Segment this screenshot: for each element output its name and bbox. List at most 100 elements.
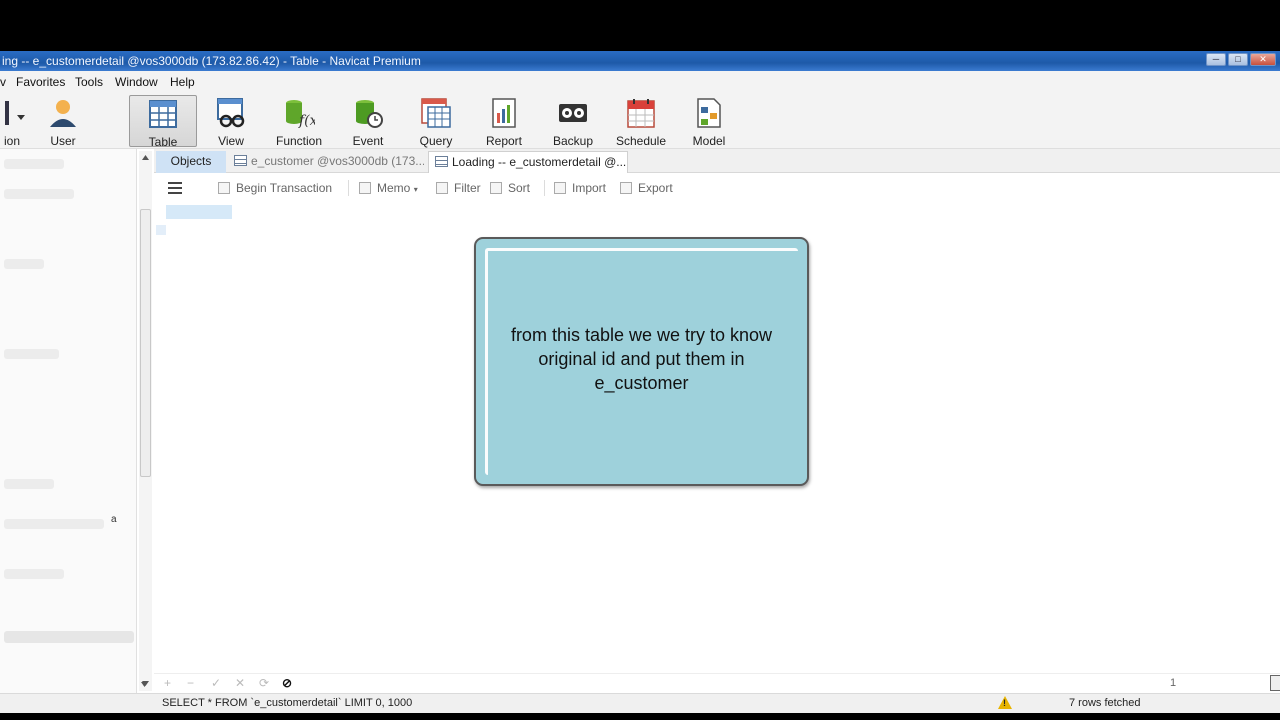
memo-icon — [359, 182, 371, 194]
chevron-down-icon[interactable] — [141, 682, 148, 687]
view-icon — [217, 98, 245, 128]
begin-transaction-button[interactable]: Begin Transaction — [218, 181, 332, 195]
menu-bar: v Favorites Tools Window Help — [0, 71, 1280, 93]
blurred-tree-item — [4, 631, 134, 643]
tab-e-customer[interactable]: e_customer @vos3000db (173.... — [228, 151, 424, 173]
menu-window[interactable]: Window — [115, 75, 158, 89]
schedule-icon — [627, 99, 655, 128]
blurred-tree-item — [4, 479, 54, 489]
blurred-tree-item — [4, 259, 44, 269]
tab-e-customerdetail[interactable]: Loading -- e_customerdetail @... — [428, 151, 628, 173]
table-toolbar: Begin Transaction Memo ▾ Filter Sort Imp… — [154, 173, 1280, 203]
model-icon — [697, 98, 721, 128]
table-icon — [234, 155, 247, 166]
chevron-down-icon: ▾ — [413, 185, 418, 194]
tool-backup-button[interactable]: Backup — [539, 95, 607, 148]
menu-icon[interactable] — [168, 182, 182, 194]
sort-icon — [490, 182, 502, 194]
tree-scrollbar-thumb[interactable] — [140, 209, 151, 477]
connection-button[interactable]: ion — [0, 95, 21, 148]
window-title: ing -- e_customerdetail @vos3000db (173.… — [2, 54, 421, 68]
title-bar: ing -- e_customerdetail @vos3000db (173.… — [0, 51, 1280, 71]
tree-scrollbar[interactable] — [139, 151, 152, 691]
query-icon — [421, 98, 451, 128]
close-button[interactable]: ✕ — [1250, 53, 1276, 66]
record-navigation-bar: + − ✓ ✕ ⟳ ⊘ 1 — [154, 673, 1280, 693]
page-number[interactable]: 1 — [1170, 677, 1176, 689]
import-button[interactable]: Import — [554, 181, 606, 195]
tool-schedule-button[interactable]: Schedule — [607, 95, 675, 148]
backup-icon — [559, 104, 587, 122]
object-tree-panel[interactable]: a — [0, 149, 137, 693]
blurred-tree-item — [4, 519, 104, 529]
export-button[interactable]: Export — [620, 181, 673, 195]
sort-button[interactable]: Sort — [490, 181, 530, 195]
tool-model-button[interactable]: Model — [675, 95, 743, 148]
add-record-button[interactable]: + — [164, 676, 171, 690]
grid-view-icon[interactable] — [1270, 675, 1280, 691]
blurred-tree-item — [4, 189, 74, 199]
tool-query-button[interactable]: Query — [402, 95, 470, 148]
menu-favorites[interactable]: Favorites — [16, 75, 65, 89]
tree-stray-text: a — [111, 514, 117, 525]
sort-label: Sort — [508, 181, 531, 195]
tab-bar: Objects e_customer @vos3000db (173.... L… — [154, 149, 1280, 173]
maximize-button[interactable]: □ — [1228, 53, 1248, 66]
connection-icon — [5, 101, 21, 125]
function-icon: f(x) — [286, 100, 323, 129]
export-icon — [620, 182, 632, 194]
import-label: Import — [572, 181, 607, 195]
selected-cell[interactable] — [166, 205, 232, 219]
scroll-up-icon[interactable] — [142, 155, 149, 160]
memo-button[interactable]: Memo ▾ — [359, 181, 418, 195]
stop-button[interactable]: ⊘ — [282, 676, 292, 690]
sql-statement: SELECT * FROM `e_customerdetail` LIMIT 0… — [162, 697, 413, 709]
annotation-text: from this table we we try to know origin… — [510, 324, 773, 393]
window-controls: ─ □ ✕ — [1206, 53, 1276, 66]
delete-record-button[interactable]: − — [187, 676, 194, 690]
report-icon — [492, 98, 516, 128]
menu-help[interactable]: Help — [170, 75, 195, 89]
tab-e-customerdetail-label: Loading -- e_customerdetail @... — [452, 155, 627, 169]
main-toolbar: ion User Table View f(x) Function Event … — [0, 93, 1280, 149]
refresh-button[interactable]: ⟳ — [259, 676, 269, 690]
menu-tools[interactable]: Tools — [75, 75, 103, 89]
blurred-tree-item — [4, 349, 59, 359]
user-button[interactable]: User — [28, 95, 98, 148]
divider — [348, 180, 349, 196]
user-icon — [50, 100, 76, 127]
tab-objects[interactable]: Objects — [156, 151, 226, 173]
apply-changes-button[interactable]: ✓ — [211, 676, 221, 690]
tool-view-button[interactable]: View — [197, 95, 265, 148]
filter-label: Filter — [454, 181, 481, 195]
filter-icon — [436, 182, 448, 194]
chevron-down-icon — [17, 115, 25, 120]
row-indicator[interactable] — [156, 225, 166, 235]
import-icon — [554, 182, 566, 194]
filter-button[interactable]: Filter — [436, 181, 481, 195]
warning-icon[interactable] — [998, 696, 1012, 709]
rows-fetched: 7 rows fetched — [1069, 697, 1141, 709]
table-icon — [149, 100, 177, 128]
minimize-button[interactable]: ─ — [1206, 53, 1226, 66]
begin-transaction-label: Begin Transaction — [236, 181, 333, 195]
tab-e-customer-label: e_customer @vos3000db (173.... — [251, 154, 424, 168]
menu-view[interactable]: v — [0, 75, 6, 89]
svg-text:f(x): f(x) — [298, 113, 315, 129]
tool-function-button[interactable]: f(x) Function — [265, 95, 333, 148]
tool-table-button[interactable]: Table — [129, 95, 197, 149]
navicat-window: ing -- e_customerdetail @vos3000db (173.… — [0, 51, 1280, 713]
discard-changes-button[interactable]: ✕ — [235, 676, 245, 690]
annotation-callout: from this table we we try to know origin… — [474, 237, 809, 486]
memo-label: Memo — [377, 181, 411, 195]
blurred-tree-item — [4, 159, 64, 169]
export-label: Export — [638, 181, 673, 195]
transaction-icon — [218, 182, 230, 194]
tool-report-button[interactable]: Report — [470, 95, 538, 148]
table-icon — [435, 156, 448, 167]
tool-event-button[interactable]: Event — [334, 95, 402, 148]
status-bar: SELECT * FROM `e_customerdetail` LIMIT 0… — [0, 693, 1280, 713]
divider — [544, 180, 545, 196]
event-icon — [356, 100, 383, 128]
blurred-tree-item — [4, 569, 64, 579]
